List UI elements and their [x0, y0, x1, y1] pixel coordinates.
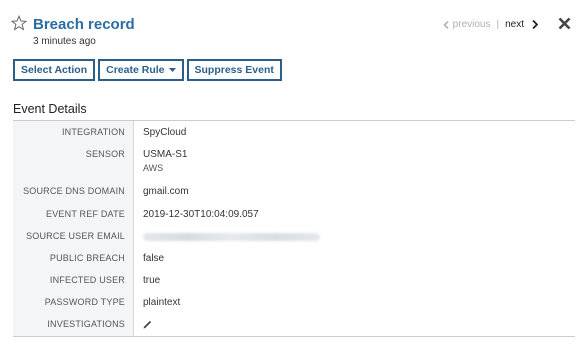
detail-label: PUBLIC BREACH: [49, 253, 125, 263]
detail-label: SOURCE USER EMAIL: [26, 231, 125, 241]
chevron-right-icon: [532, 20, 538, 29]
pager-separator: |: [496, 19, 500, 30]
create-rule-button[interactable]: Create Rule: [98, 59, 184, 81]
redacted-email: [143, 233, 320, 241]
detail-label: INFECTED USER: [49, 275, 125, 285]
detail-value: true: [143, 275, 161, 286]
detail-value: 2019-12-30T10:04:09.057: [143, 209, 259, 220]
detail-value: false: [143, 253, 165, 264]
detail-value: USMA-S1: [143, 149, 188, 160]
detail-value: plaintext: [143, 297, 181, 308]
event-details-table: INTEGRATION SpyCloud SENSOR USMA-S1 AWS …: [13, 121, 575, 336]
next-link[interactable]: next: [505, 19, 538, 30]
detail-label: INTEGRATION: [61, 127, 125, 137]
next-label: next: [505, 19, 524, 30]
create-rule-label: Create Rule: [106, 64, 165, 76]
detail-label: EVENT REF DATE: [46, 209, 125, 219]
detail-label: SENSOR: [85, 149, 125, 159]
select-action-button[interactable]: Select Action: [13, 59, 96, 81]
detail-subvalue: AWS: [143, 163, 164, 173]
suppress-event-button[interactable]: Suppress Event: [186, 59, 282, 81]
favorite-star-icon[interactable]: [11, 15, 27, 31]
suppress-event-label: Suppress Event: [194, 64, 274, 76]
close-icon[interactable]: [558, 17, 571, 30]
pencil-icon[interactable]: [143, 320, 152, 329]
action-toolbar: Select Action Create Rule Suppress Event: [13, 59, 282, 81]
chevron-left-icon: [443, 20, 449, 29]
detail-label: SOURCE DNS DOMAIN: [23, 186, 125, 196]
divider: [13, 336, 575, 337]
page-timestamp: 3 minutes ago: [33, 36, 96, 47]
caret-down-icon: [168, 68, 176, 72]
select-action-label: Select Action: [21, 64, 88, 76]
previous-label: previous: [452, 19, 491, 30]
detail-label: INVESTIGATIONS: [47, 319, 125, 329]
previous-link[interactable]: previous: [443, 19, 491, 30]
page-title: Breach record: [33, 16, 135, 33]
section-title: Event Details: [13, 102, 87, 116]
detail-label: PASSWORD TYPE: [44, 297, 125, 307]
detail-value: SpyCloud: [143, 127, 187, 138]
pager: previous | next: [443, 19, 538, 30]
detail-value: gmail.com: [143, 186, 189, 197]
